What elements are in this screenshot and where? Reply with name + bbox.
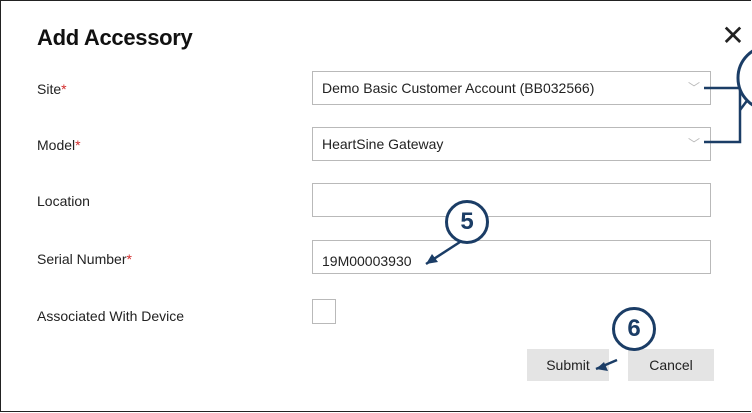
callout-5-badge: 5 bbox=[445, 200, 489, 244]
bracket-connector bbox=[704, 86, 742, 144]
callout-6-badge: 6 bbox=[612, 307, 656, 351]
callout-overlay bbox=[425, 49, 752, 371]
callout-5-arrowhead bbox=[426, 254, 438, 264]
